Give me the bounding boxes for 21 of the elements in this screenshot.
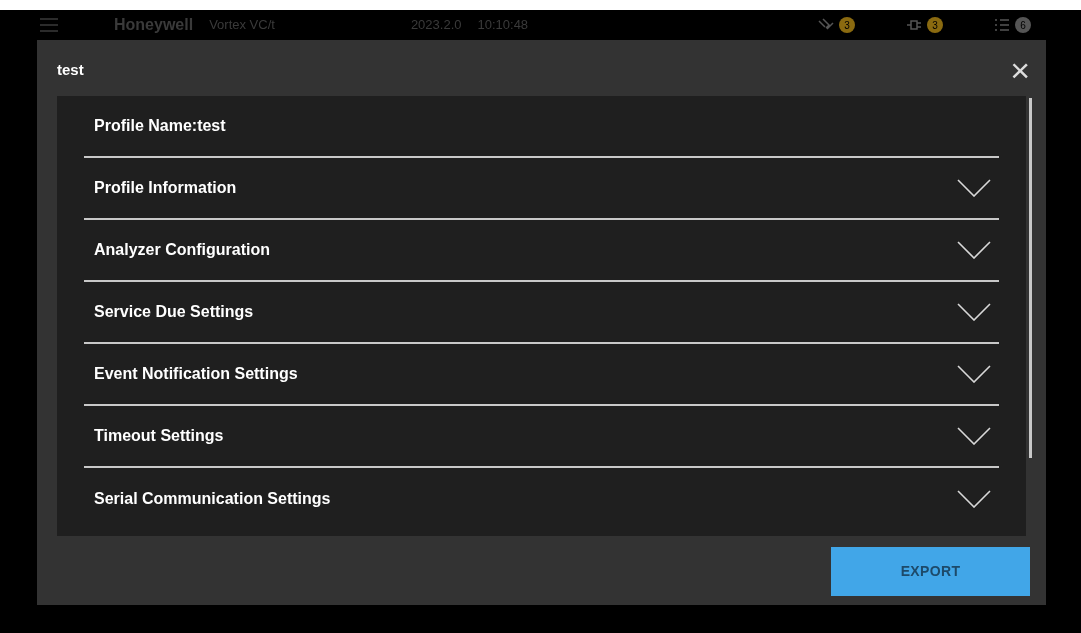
- plug-icon[interactable]: [905, 17, 923, 33]
- scrollbar[interactable]: [1029, 98, 1032, 458]
- section-title: Analyzer Configuration: [94, 240, 270, 260]
- brand-logo: Honeywell: [114, 15, 194, 35]
- dialog-title: test: [57, 59, 84, 80]
- count-badge: 3: [927, 17, 943, 33]
- section-title: Profile Name:test: [94, 116, 226, 136]
- version-text: 2023.2.0: [410, 16, 462, 35]
- section-title: Service Due Settings: [94, 302, 254, 322]
- time-text: 10:10:48: [477, 16, 529, 35]
- menu-icon[interactable]: [40, 18, 58, 32]
- section-title: Event Notification Settings: [94, 364, 298, 384]
- export-button[interactable]: EXPORT: [831, 547, 1030, 596]
- section-title: Timeout Settings: [94, 426, 224, 446]
- count-badge: 3: [839, 17, 855, 33]
- close-button[interactable]: ×: [1010, 53, 1030, 87]
- section-title: Profile Information: [94, 178, 237, 198]
- count-badge: 6: [1015, 17, 1031, 33]
- section-title: Serial Communication Settings: [94, 489, 331, 509]
- product-name: Vortex VC/t: [209, 16, 275, 35]
- list-icon[interactable]: [993, 17, 1011, 33]
